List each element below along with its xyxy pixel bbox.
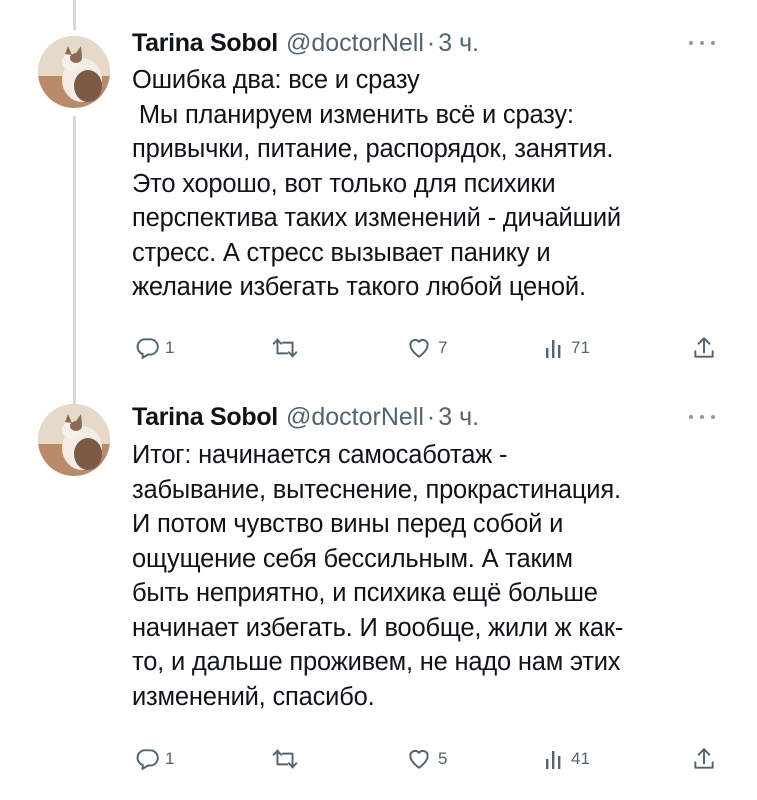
retweet-button[interactable] [271, 333, 304, 363]
tweet-text-line: Итог: начинается самосаботаж - [132, 441, 508, 469]
tweet[interactable]: Tarina Sobol @doctorNell · 3 ч. Итог: на… [0, 380, 757, 800]
like-count: 7 [438, 338, 448, 357]
tweet-text: Итог: начинается самосаботаж - забывание… [132, 438, 732, 714]
tweet-text: Ошибка два: все и сразу Мы планируем изм… [132, 63, 732, 305]
reply-count: 1 [165, 749, 175, 768]
reply-button[interactable]: 1 [134, 744, 174, 774]
tweet-text-line: забывание, вытеснение, прокрастинация. [132, 475, 621, 504]
tweet-text-line: Мы планируем изменить всё и сразу: [132, 100, 574, 129]
views-button[interactable]: 71 [544, 333, 590, 363]
share-button[interactable] [691, 333, 717, 363]
like-button[interactable]: 7 [405, 333, 447, 363]
views-button[interactable]: 41 [544, 744, 590, 774]
author-name[interactable]: Tarina Sobol [132, 403, 278, 432]
author-handle[interactable]: @doctorNell [286, 29, 424, 58]
views-count: 71 [571, 338, 590, 357]
share-button[interactable] [691, 744, 717, 774]
tweet-text-line: перспектива таких изменений - дичайший [132, 204, 621, 232]
tweet-text-line: желание избегать такого любой ценой. [132, 273, 586, 301]
share-icon [694, 748, 714, 769]
tweet-header: Tarina Sobol @doctorNell · 3 ч. [132, 28, 479, 58]
reply-count: 1 [165, 338, 175, 357]
separator: · [426, 28, 436, 57]
tweet-text-line: быть неприятно, и психика ещё больше [132, 579, 598, 607]
reply-icon [136, 749, 159, 771]
more-icon[interactable] [689, 412, 715, 422]
action-bar: 1 7 71 [0, 333, 757, 363]
author-handle[interactable]: @doctorNell [286, 403, 424, 432]
reply-icon [136, 338, 159, 360]
tweet-text-line: Ошибка два: все и сразу [132, 66, 420, 94]
timestamp[interactable]: 3 ч. [438, 29, 479, 58]
tweet-text-line: Это хорошо, вот только для психики [132, 169, 556, 198]
tweet[interactable]: Tarina Sobol @doctorNell · 3 ч. Ошибка д… [0, 0, 757, 380]
tweet-text-line: И потом чувство вины перед собой и [132, 510, 564, 538]
like-icon [409, 338, 429, 358]
share-icon [694, 337, 714, 358]
views-icon [546, 751, 561, 769]
avatar[interactable] [38, 404, 110, 476]
tweet-text-line: начинает избегать. И вообще, жили ж как- [132, 613, 624, 642]
views-icon [546, 340, 561, 358]
author-name[interactable]: Tarina Sobol [132, 29, 278, 58]
reply-button[interactable]: 1 [134, 333, 174, 363]
like-count: 5 [438, 749, 448, 768]
retweet-button[interactable] [271, 744, 304, 774]
tweet-text-line: то, и дальше проживем, не надо нам этих [132, 648, 621, 676]
action-bar: 1 5 41 [0, 744, 757, 774]
like-button[interactable]: 5 [405, 744, 447, 774]
like-icon [409, 749, 429, 769]
views-count: 41 [571, 749, 590, 768]
separator: · [426, 402, 436, 431]
tweet-text-line: привычки, питание, распорядок, занятия. [132, 135, 614, 163]
timestamp[interactable]: 3 ч. [438, 403, 479, 432]
tweet-header: Tarina Sobol @doctorNell · 3 ч. [132, 402, 479, 432]
avatar[interactable] [38, 36, 110, 108]
tweet-text-line: ощущение себя бессильным. А таким [132, 544, 573, 573]
tweet-text-line: стресс. А стресс вызывает панику и [132, 238, 551, 267]
tweet-text-line: изменений, спасибо. [132, 682, 375, 711]
more-icon[interactable] [689, 38, 715, 48]
retweet-icon [272, 338, 298, 358]
retweet-icon [272, 749, 298, 769]
